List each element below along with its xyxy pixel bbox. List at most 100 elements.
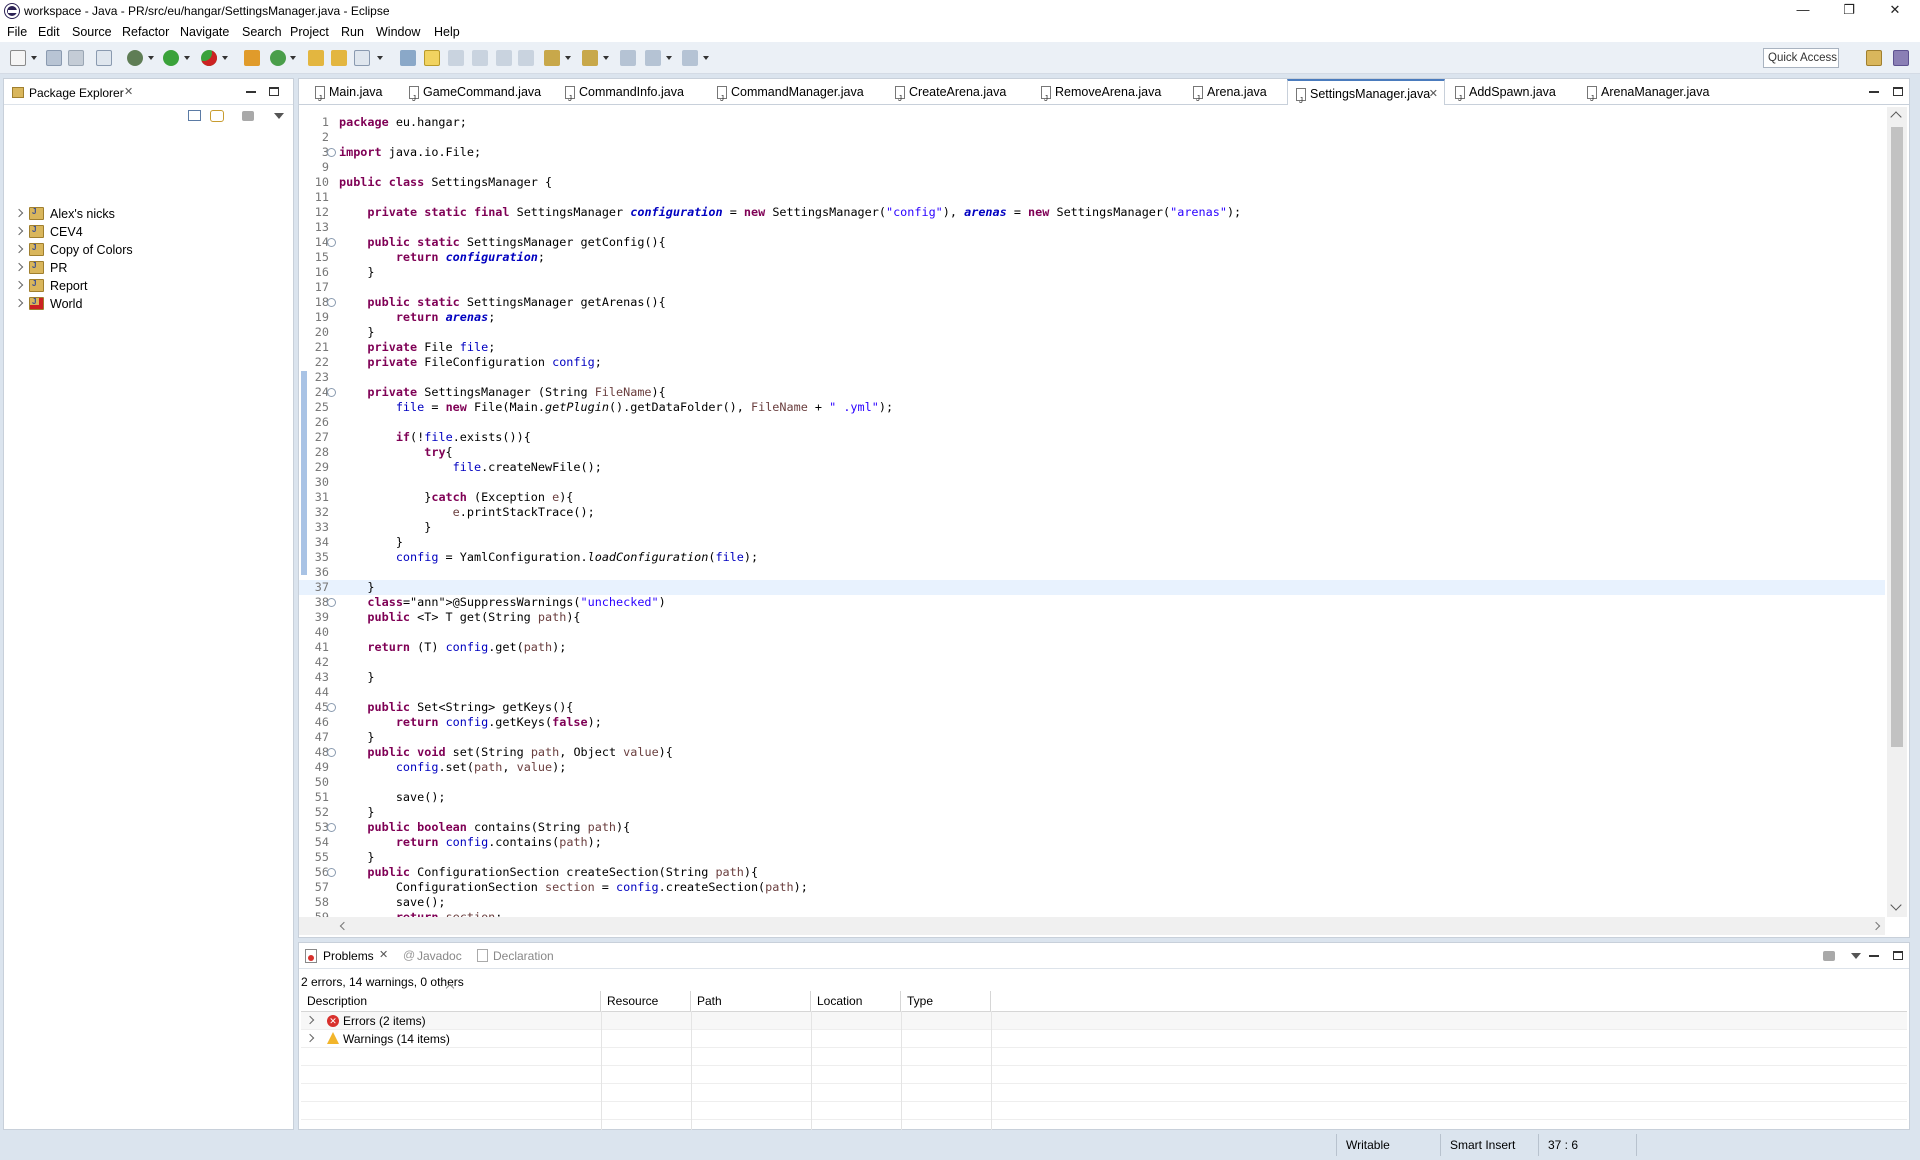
menu-source[interactable]: Source [72, 25, 112, 39]
code-line[interactable]: 28 try{ [299, 445, 1885, 460]
menu-window[interactable]: Window [376, 25, 420, 39]
back-icon[interactable] [645, 50, 661, 66]
code-line[interactable]: 16 } [299, 265, 1885, 280]
tab-javadoc[interactable]: Javadoc [417, 949, 462, 963]
tab-arenamanager-java[interactable]: ArenaManager.java [1579, 79, 1709, 112]
tree-item[interactable]: World [4, 295, 284, 313]
save-icon[interactable] [46, 50, 62, 66]
focus-on-active-task-icon[interactable] [1823, 951, 1835, 961]
code-line[interactable]: 58 save(); [299, 895, 1885, 910]
code-line[interactable]: 2 [299, 130, 1885, 145]
tree-item[interactable]: Copy of Colors [4, 241, 284, 259]
collapse-fold-icon[interactable] [327, 703, 336, 712]
expand-arrow-icon[interactable] [14, 298, 24, 308]
code-line[interactable]: 37 } [299, 580, 1885, 595]
code-line[interactable]: 59 return section; [299, 910, 1885, 917]
code-line[interactable]: 3 import java.io.File; [299, 145, 1885, 160]
code-line[interactable]: 54 return config.contains(path); [299, 835, 1885, 850]
menu-search[interactable]: Search [242, 25, 282, 39]
code-line[interactable]: 38 class="ann">@SuppressWarnings("unchec… [299, 595, 1885, 610]
code-line[interactable]: 33 } [299, 520, 1885, 535]
expand-arrow-icon[interactable] [14, 208, 24, 218]
code-line[interactable]: 26 [299, 415, 1885, 430]
run-external-tools-icon[interactable] [201, 50, 217, 66]
code-line[interactable]: 15 return configuration; [299, 250, 1885, 265]
collapse-fold-icon[interactable] [327, 598, 336, 607]
code-line[interactable]: 34 } [299, 535, 1885, 550]
column-location[interactable]: Location [811, 991, 901, 1011]
code-line[interactable]: 36 [299, 565, 1885, 580]
code-line[interactable]: 55 } [299, 850, 1885, 865]
close-view-icon[interactable]: ✕ [124, 85, 133, 98]
vertical-scrollbar[interactable] [1887, 107, 1907, 917]
code-line[interactable]: 17 [299, 280, 1885, 295]
minimize-editor-icon[interactable] [1869, 91, 1879, 93]
tab-main-java[interactable]: Main.java [307, 79, 383, 112]
scroll-left-icon[interactable] [339, 921, 349, 931]
column-path[interactable]: Path [691, 991, 811, 1011]
code-line[interactable]: 40 [299, 625, 1885, 640]
code-line[interactable]: 57 ConfigurationSection section = config… [299, 880, 1885, 895]
maximize-view-icon[interactable] [269, 87, 279, 96]
code-line[interactable]: 51 save(); [299, 790, 1885, 805]
search-icon[interactable] [354, 50, 370, 66]
expand-fold-icon[interactable] [327, 148, 336, 157]
code-line[interactable]: 1 package eu.hangar; [299, 115, 1885, 130]
code-editor[interactable]: 1 package eu.hangar; 2 3 import java.io.File… [299, 107, 1885, 917]
focus-on-active-task-icon[interactable] [242, 111, 254, 121]
close-view-icon[interactable]: ✕ [379, 948, 388, 961]
save-all-icon[interactable] [68, 50, 84, 66]
collapse-fold-icon[interactable] [327, 748, 336, 757]
collapse-fold-icon[interactable] [327, 388, 336, 397]
code-line[interactable]: 25 file = new File(Main.getPlugin().getD… [299, 400, 1885, 415]
code-line[interactable]: 24 private SettingsManager (String FileN… [299, 385, 1885, 400]
toggle-highlight-icon[interactable] [424, 50, 440, 66]
last-edit-location-icon[interactable] [620, 50, 636, 66]
table-row[interactable]: ✕ Errors (2 items) [301, 1012, 1907, 1030]
code-line[interactable]: 12 private static final SettingsManager … [299, 205, 1885, 220]
menu-help[interactable]: Help [434, 25, 460, 39]
column-resource[interactable]: Resource [601, 991, 691, 1011]
restore-button[interactable]: ❐ [1826, 0, 1872, 22]
code-line[interactable]: 52 } [299, 805, 1885, 820]
word-wrap-icon[interactable] [496, 50, 512, 66]
column-description[interactable]: Description [301, 991, 601, 1011]
view-menu-icon[interactable] [1851, 953, 1861, 959]
code-line[interactable]: 20 } [299, 325, 1885, 340]
code-line[interactable]: 9 [299, 160, 1885, 175]
code-line[interactable]: 45 public Set<String> getKeys(){ [299, 700, 1885, 715]
code-line[interactable]: 14 public static SettingsManager getConf… [299, 235, 1885, 250]
open-task-icon[interactable] [331, 50, 347, 66]
scroll-down-icon[interactable] [1890, 899, 1902, 911]
expand-arrow-icon[interactable] [14, 262, 24, 272]
code-line[interactable]: 22 private FileConfiguration config; [299, 355, 1885, 370]
scroll-up-icon[interactable] [1890, 111, 1902, 123]
scroll-right-icon[interactable] [1871, 921, 1881, 931]
code-line[interactable]: 21 private File file; [299, 340, 1885, 355]
tab-commandmanager-java[interactable]: CommandManager.java [709, 79, 864, 112]
code-line[interactable]: 49 config.set(path, value); [299, 760, 1885, 775]
minimize-button[interactable]: — [1780, 0, 1826, 22]
code-line[interactable]: 53 public boolean contains(String path){ [299, 820, 1885, 835]
column-type[interactable]: Type [901, 991, 991, 1011]
show-whitespace-icon[interactable] [472, 50, 488, 66]
menu-refactor[interactable]: Refactor [122, 25, 169, 39]
block-selection-icon[interactable] [448, 50, 464, 66]
maximize-view-icon[interactable] [1893, 951, 1903, 960]
collapse-fold-icon[interactable] [327, 298, 336, 307]
new-java-class-icon[interactable] [270, 50, 286, 66]
menu-edit[interactable]: Edit [38, 25, 60, 39]
tab-problems[interactable]: Problems [323, 949, 374, 963]
code-line[interactable]: 23 [299, 370, 1885, 385]
tab-removearena-java[interactable]: RemoveArena.java [1033, 79, 1161, 112]
tab-arena-java[interactable]: Arena.java [1185, 79, 1267, 112]
collapse-fold-icon[interactable] [327, 823, 336, 832]
code-line[interactable]: 27 if(!file.exists()){ [299, 430, 1885, 445]
tab-commandinfo-java[interactable]: CommandInfo.java [557, 79, 684, 112]
show-paragraph-icon[interactable] [518, 50, 534, 66]
debug-icon[interactable] [127, 50, 143, 66]
menu-navigate[interactable]: Navigate [180, 25, 229, 39]
previous-annotation-icon[interactable] [582, 50, 598, 66]
collapse-all-icon[interactable] [188, 110, 201, 121]
tab-addspawn-java[interactable]: AddSpawn.java [1447, 79, 1556, 112]
